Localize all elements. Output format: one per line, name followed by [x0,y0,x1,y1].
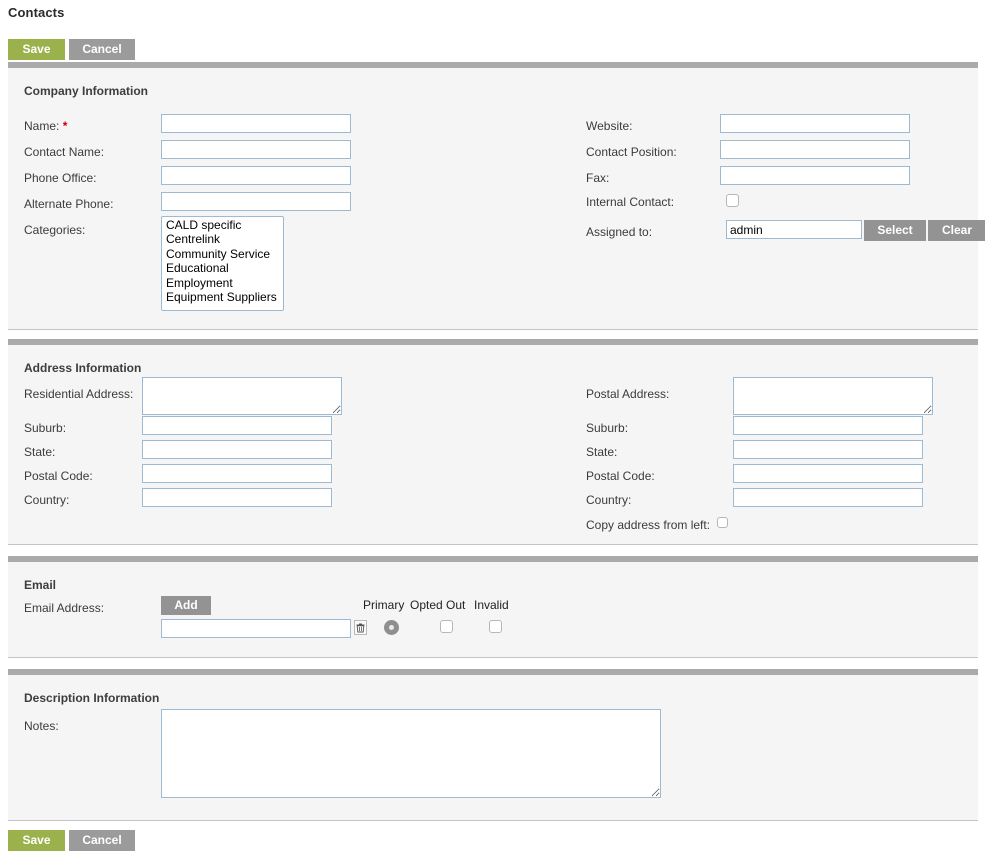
save-button-top[interactable]: Save [8,39,65,60]
label-contact-position: Contact Position: [586,145,677,159]
residential-address-textarea[interactable] [142,377,342,415]
label-name: Name: * [24,119,67,133]
column-header-invalid: Invalid [474,598,509,612]
assigned-to-clear-button[interactable]: Clear [928,220,985,241]
email-address-input[interactable] [161,619,351,638]
label-assigned-to: Assigned to: [586,225,653,239]
label-suburb-postal: Suburb: [586,421,629,435]
label-residential-address: Residential Address: [24,387,134,401]
panel-email: Email Email Address: Add Primary Opted O… [8,556,978,658]
assigned-to-select-button[interactable]: Select [864,220,926,241]
postal-country-input[interactable] [733,488,923,507]
label-alternate-phone: Alternate Phone: [24,197,114,211]
label-website: Website: [586,119,633,133]
website-input[interactable] [720,114,910,133]
residential-suburb-input[interactable] [142,416,332,435]
fax-input[interactable] [720,166,910,185]
section-title-description: Description Information [24,691,160,705]
copy-address-checkbox[interactable] [717,517,728,528]
page-title: Contacts [8,5,65,20]
section-title-email: Email [24,578,57,592]
required-marker: * [62,119,68,133]
label-name-text: Name: [24,119,60,133]
assigned-to-input[interactable] [726,220,862,239]
alternate-phone-input[interactable] [161,192,351,211]
contact-name-input[interactable] [161,140,351,159]
categories-listbox[interactable]: CALD specificCentrelinkCommunity Service… [161,216,284,311]
label-country-residential: Country: [24,493,70,507]
name-input[interactable] [161,114,351,133]
primary-radio[interactable] [384,620,399,635]
label-suburb-residential: Suburb: [24,421,67,435]
label-postal-address: Postal Address: [586,387,670,401]
residential-country-input[interactable] [142,488,332,507]
label-notes: Notes: [24,719,59,733]
postal-suburb-input[interactable] [733,416,923,435]
opted-out-checkbox[interactable] [440,620,453,633]
label-email-address: Email Address: [24,601,105,615]
panel-address-information: Address Information Residential Address:… [8,339,978,545]
column-header-opted-out: Opted Out [410,598,466,612]
contact-position-input[interactable] [720,140,910,159]
categories-option[interactable]: Centrelink [164,232,281,246]
save-button-bottom[interactable]: Save [8,830,65,851]
label-contact-name: Contact Name: [24,145,105,159]
section-title-company: Company Information [24,84,149,98]
categories-option[interactable]: Employment [164,276,281,290]
postal-postal-code-input[interactable] [733,464,923,483]
panel-company-information: Company Information Name: * Contact Name… [8,62,985,330]
toolbar-top: Save Cancel [8,39,135,60]
contacts-edit-page: Contacts Save Cancel Company Information … [0,0,985,860]
delete-email-row-button[interactable] [354,620,367,635]
residential-state-input[interactable] [142,440,332,459]
cancel-button-bottom[interactable]: Cancel [69,830,135,851]
notes-textarea[interactable] [161,709,661,798]
residential-postal-code-input[interactable] [142,464,332,483]
column-header-primary: Primary [363,598,405,612]
label-state-residential: State: [24,445,56,459]
categories-option[interactable]: Equipment Suppliers [164,290,281,304]
label-internal-contact: Internal Contact: [586,195,675,209]
label-country-postal: Country: [586,493,632,507]
categories-option[interactable]: Community Service [164,247,281,261]
label-state-postal: State: [586,445,618,459]
label-categories: Categories: [24,223,86,237]
postal-address-textarea[interactable] [733,377,933,415]
trash-icon [356,623,365,632]
panel-description-information: Description Information Notes: [8,669,978,821]
categories-option[interactable]: Educational [164,261,281,275]
phone-office-input[interactable] [161,166,351,185]
label-fax: Fax: [586,171,610,185]
toolbar-bottom: Save Cancel [8,830,135,851]
section-title-address: Address Information [24,361,142,375]
cancel-button-top[interactable]: Cancel [69,39,135,60]
label-copy-address-from-left: Copy address from left: [586,518,711,532]
label-phone-office: Phone Office: [24,171,97,185]
categories-option[interactable]: CALD specific [164,218,281,232]
postal-state-input[interactable] [733,440,923,459]
internal-contact-checkbox[interactable] [726,194,739,207]
label-postal-code-residential: Postal Code: [24,469,93,483]
label-postal-code-postal: Postal Code: [586,469,655,483]
invalid-checkbox[interactable] [489,620,502,633]
add-email-button[interactable]: Add [161,596,211,615]
